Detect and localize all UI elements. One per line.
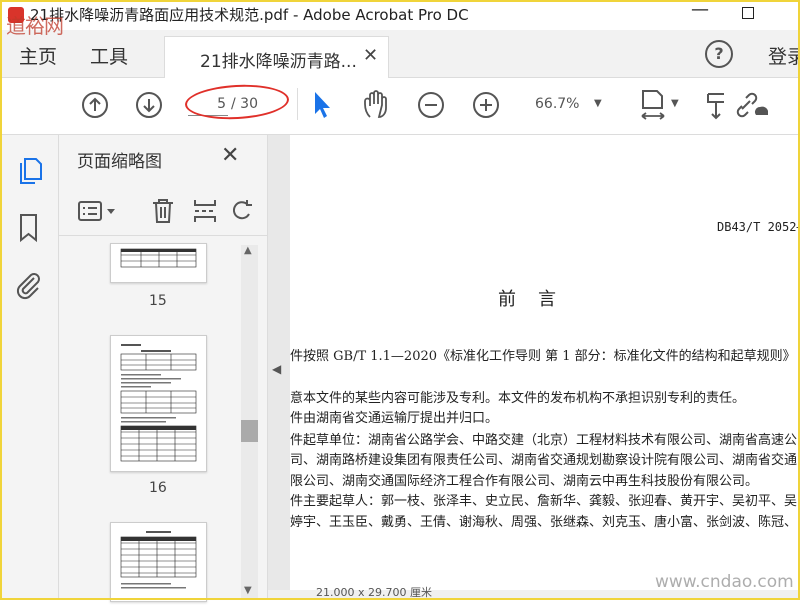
thumbnail-content [120, 248, 197, 268]
scroll-mode-icon[interactable] [706, 91, 726, 121]
minimize-button[interactable]: — [685, 1, 715, 23]
page-thumbnail[interactable] [110, 522, 207, 602]
body-text-line: 婷宇、王玉臣、戴勇、王倩、谢海秋、周强、张继森、刘克玉、唐小富、张剑波、陈冠、 [290, 515, 798, 530]
tab-bar: 主页 工具 21排水降噪沥青路... ✕ ? 登录 [0, 30, 800, 79]
scroll-down-icon[interactable]: ▼ [244, 585, 252, 596]
tab-tools[interactable]: 工具 [90, 42, 128, 69]
share-link-icon[interactable] [736, 91, 768, 119]
window-title: 21排水降噪沥青路面应用技术规范.pdf - Adobe Acrobat Pro… [30, 6, 469, 24]
body-text-line: 限公司、湖南交通国际经济工程合作有限公司、湖南云中再生科技股份有限公司。 [290, 474, 759, 489]
maximize-button[interactable] [742, 7, 754, 19]
toolbar-divider [297, 88, 298, 120]
bookmarks-icon[interactable] [19, 213, 39, 243]
page-fit-icon[interactable] [640, 88, 668, 124]
tab-document[interactable]: 21排水降噪沥青路... ✕ [164, 36, 389, 79]
document-standard-id: DB43/T 2052— [717, 220, 800, 234]
document-view[interactable]: DB43/T 2052— 前言 件按照 GB/T 1.1—2020《标准化工作导… [268, 135, 800, 600]
red-annotation-ellipse [184, 82, 290, 122]
body-text-line: 意本文件的某些内容可能涉及专利。本文件的发布机构不承担识别专利的责任。 [290, 391, 746, 406]
login-button[interactable]: 登录 [768, 42, 800, 69]
page-fit-dropdown-icon[interactable]: ▼ [671, 98, 679, 109]
tab-document-label: 21排水降噪沥青路... [200, 52, 357, 72]
body-text-line: 件起草单位：湖南省公路学会、中路交建（北京）工程材料技术有限公司、湖南省高速公 [290, 433, 798, 448]
scroll-up-icon[interactable]: ▲ [244, 245, 252, 256]
zoom-level[interactable]: 66.7% [535, 96, 579, 112]
select-cursor-icon[interactable] [312, 90, 332, 120]
scrollbar-thumb[interactable] [241, 420, 258, 442]
section-heading: 前言 [498, 289, 578, 310]
previous-page-icon[interactable] [81, 91, 109, 119]
main-toolbar: 5 / 30 66.7% ▼ ▼ [0, 78, 800, 135]
tab-close-icon[interactable]: ✕ [363, 45, 378, 66]
thumbnail-page-number: 16 [149, 480, 167, 496]
left-navigation-rail [0, 135, 59, 600]
title-bar: 21排水降噪沥青路面应用技术规范.pdf - Adobe Acrobat Pro… [0, 0, 800, 30]
thumbnail-options-icon[interactable] [77, 200, 117, 222]
page-thumbnail[interactable] [110, 335, 207, 472]
thumbnails-toolbar [59, 185, 267, 236]
thumbnails-scrollbar[interactable]: ▲ ▼ [241, 245, 258, 600]
thumbnail-content [120, 344, 197, 462]
thumbnails-panel-title: 页面缩略图 [77, 152, 162, 172]
panel-close-icon[interactable]: ✕ [221, 143, 239, 168]
insert-page-icon[interactable] [193, 198, 217, 224]
attachments-icon[interactable] [14, 270, 42, 302]
zoom-dropdown-icon[interactable]: ▼ [594, 98, 602, 109]
help-icon[interactable]: ? [705, 40, 733, 68]
watermark-bottom-right: www.cndao.com [655, 572, 794, 592]
rotate-page-icon[interactable] [233, 198, 253, 224]
watermark-top-left: 道裕网 [6, 14, 64, 38]
page-thumbnail[interactable] [110, 243, 207, 283]
hand-tool-icon[interactable] [361, 89, 391, 121]
zoom-in-icon[interactable] [472, 91, 500, 119]
thumbnails-panel: 页面缩略图 ✕ 15 16 ▲ ▼ [59, 135, 268, 602]
tab-home[interactable]: 主页 [19, 42, 57, 69]
collapse-panel-icon[interactable]: ◀ [272, 362, 281, 376]
pdf-page: DB43/T 2052— 前言 件按照 GB/T 1.1—2020《标准化工作导… [290, 135, 800, 590]
body-text-line: 件由湖南省交通运输厅提出并归口。 [290, 411, 499, 426]
thumbnail-content [120, 531, 197, 589]
body-text-line: 件按照 GB/T 1.1—2020《标准化工作导则 第 1 部分：标准化文件的结… [290, 349, 796, 364]
page-thumbnails-icon[interactable] [17, 157, 43, 185]
page-size-text: 21.000 x 29.700 厘米 [316, 586, 432, 599]
body-text-line: 件主要起草人：郭一枝、张泽丰、史立民、詹新华、龚毅、张迎春、黄开宇、吴初平、吴 [290, 494, 798, 509]
body-text-line: 司、湖南路桥建设集团有限责任公司、湖南省交通规划勘察设计院有限公司、湖南省交通 [290, 453, 798, 468]
zoom-out-icon[interactable] [417, 91, 445, 119]
thumbnail-page-number: 15 [149, 293, 167, 309]
delete-page-icon[interactable] [151, 198, 175, 224]
next-page-icon[interactable] [135, 91, 163, 119]
